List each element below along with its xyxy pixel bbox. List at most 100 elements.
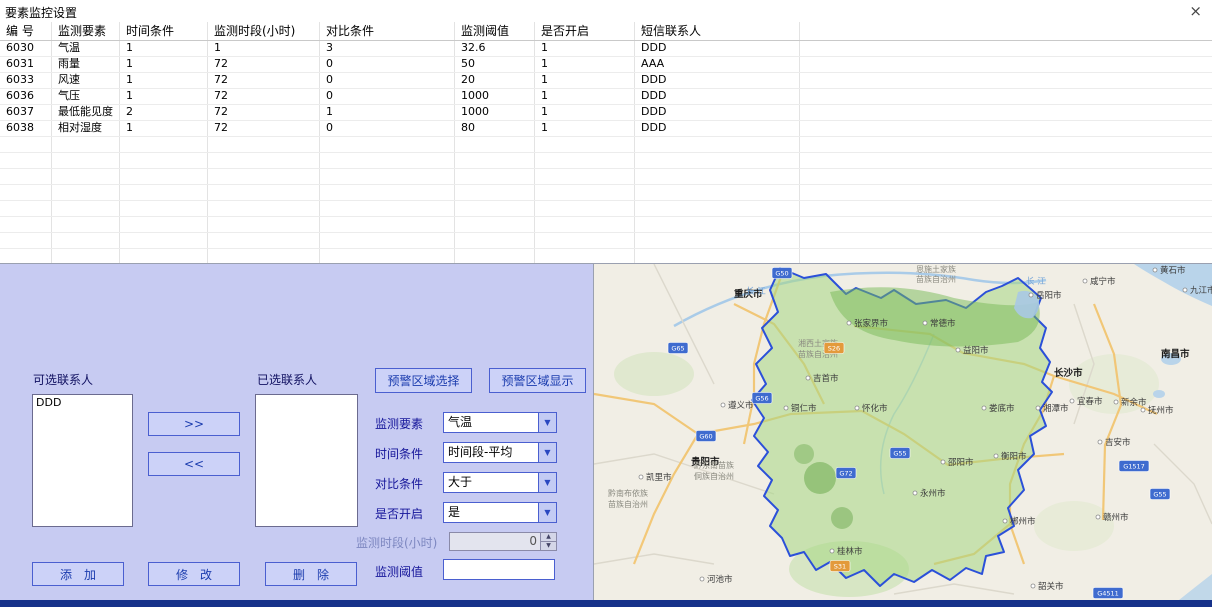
table-cell [455, 217, 535, 232]
column-header[interactable]: 监测要素 [52, 22, 120, 40]
table-cell: 0 [320, 73, 455, 88]
table-cell [800, 89, 1212, 104]
table-cell [535, 169, 635, 184]
table-cell: 风速 [52, 73, 120, 88]
table-cell [635, 233, 800, 248]
column-header[interactable] [800, 22, 1212, 40]
map-view[interactable]: 重庆市遵义市贵阳市凯里市河池市桂林市郴州市韶关市赣州市吉安市新余市抚州市宜春市南… [593, 263, 1212, 600]
period-spinner[interactable]: 0 ▲ ▼ [449, 532, 557, 551]
road-shield-label: S26 [828, 345, 840, 353]
table-cell: 1 [120, 89, 208, 104]
city-marker-icon [721, 403, 725, 407]
dropdown-arrow-icon[interactable]: ▼ [538, 503, 556, 522]
table-cell: 1 [535, 57, 635, 72]
city-marker-icon [1029, 293, 1033, 297]
map-city-label: 吉安市 [1105, 437, 1131, 448]
table-cell: 6038 [0, 121, 52, 136]
column-header[interactable]: 监测时段(小时) [208, 22, 320, 40]
table-cell [455, 201, 535, 216]
road-shield-label: G55 [1153, 491, 1166, 499]
table-cell: 1 [120, 121, 208, 136]
available-contacts-list[interactable]: DDD [32, 394, 133, 527]
table-cell [208, 185, 320, 200]
table-cell [800, 41, 1212, 56]
table-cell: 1 [535, 89, 635, 104]
threshold-input[interactable] [443, 559, 555, 580]
time-condition-select[interactable]: 时间段-平均 ▼ [443, 442, 557, 463]
delete-button[interactable]: 删 除 [265, 562, 357, 586]
city-marker-icon [806, 376, 810, 380]
city-marker-icon [1183, 288, 1187, 292]
table-cell: 50 [455, 57, 535, 72]
table-cell [120, 249, 208, 263]
city-marker-icon [1141, 408, 1145, 412]
spin-down-icon[interactable]: ▼ [541, 542, 556, 550]
warning-area-show-button[interactable]: 预警区域显示 [489, 368, 586, 393]
city-marker-icon [1098, 440, 1102, 444]
table-row[interactable]: 6031雨量1720501AAA [0, 57, 1212, 73]
dropdown-arrow-icon[interactable]: ▼ [538, 443, 556, 462]
map-city-label: 张家界市 [854, 318, 889, 329]
map-area-label: 黔东南苗族 [694, 460, 734, 470]
table-cell: 1 [320, 105, 455, 120]
table-cell [0, 249, 52, 263]
column-header[interactable]: 对比条件 [320, 22, 455, 40]
table-cell [455, 233, 535, 248]
add-button[interactable]: 添 加 [32, 562, 124, 586]
dropdown-arrow-icon[interactable]: ▼ [538, 473, 556, 492]
move-left-button[interactable]: << [148, 452, 240, 476]
table-cell: DDD [635, 89, 800, 104]
map-city-label: 新余市 [1121, 397, 1147, 408]
column-header[interactable]: 短信联系人 [635, 22, 800, 40]
contact-item[interactable]: DDD [33, 395, 132, 411]
table-cell: 80 [455, 121, 535, 136]
selected-contacts-list[interactable] [255, 394, 358, 527]
table-cell: 6031 [0, 57, 52, 72]
table-cell [800, 169, 1212, 184]
enabled-select[interactable]: 是 ▼ [443, 502, 557, 523]
city-marker-icon [913, 491, 917, 495]
close-icon[interactable]: × [1189, 1, 1202, 21]
table-row[interactable]: 6030气温11332.61DDD [0, 41, 1212, 57]
table-cell [0, 153, 52, 168]
map-city-label: 九江市 [1190, 285, 1212, 296]
move-right-button[interactable]: >> [148, 412, 240, 436]
table-cell: 1 [535, 121, 635, 136]
table-cell [120, 201, 208, 216]
field-label-compare-condition: 对比条件 [375, 475, 423, 492]
table-row[interactable]: 6033风速1720201DDD [0, 73, 1212, 89]
table-row[interactable]: 6037最低能见度272110001DDD [0, 105, 1212, 121]
table-cell [800, 201, 1212, 216]
city-marker-icon [982, 406, 986, 410]
table-cell: 6030 [0, 41, 52, 56]
table-cell [208, 153, 320, 168]
table-cell: DDD [635, 121, 800, 136]
column-header[interactable]: 是否开启 [535, 22, 635, 40]
map-city-label: 赣州市 [1103, 512, 1129, 523]
map-city-label: 邵阳市 [948, 457, 974, 468]
compare-condition-select[interactable]: 大于 ▼ [443, 472, 557, 493]
dropdown-arrow-icon[interactable]: ▼ [538, 413, 556, 432]
warning-area-select-button[interactable]: 预警区域选择 [375, 368, 472, 393]
table-row[interactable]: 6036气压172010001DDD [0, 89, 1212, 105]
table-cell [535, 249, 635, 263]
column-header[interactable]: 监测阈值 [455, 22, 535, 40]
table-cell [535, 153, 635, 168]
table-row[interactable]: 6038相对湿度1720801DDD [0, 121, 1212, 137]
element-select[interactable]: 气温 ▼ [443, 412, 557, 433]
city-marker-icon [1031, 584, 1035, 588]
city-marker-icon [956, 348, 960, 352]
table-cell [635, 217, 800, 232]
table-cell [635, 249, 800, 263]
table-cell [52, 185, 120, 200]
table-cell [120, 153, 208, 168]
table-cell [455, 153, 535, 168]
column-header[interactable]: 编 号 [0, 22, 52, 40]
modify-button[interactable]: 修 改 [148, 562, 240, 586]
spin-up-icon[interactable]: ▲ [541, 533, 556, 542]
map-city-label: 南昌市 [1161, 348, 1190, 360]
map-area-label: 黔南布依族 [608, 488, 648, 498]
road-shield-label: G4511 [1097, 590, 1119, 598]
table-cell [208, 217, 320, 232]
column-header[interactable]: 时间条件 [120, 22, 208, 40]
